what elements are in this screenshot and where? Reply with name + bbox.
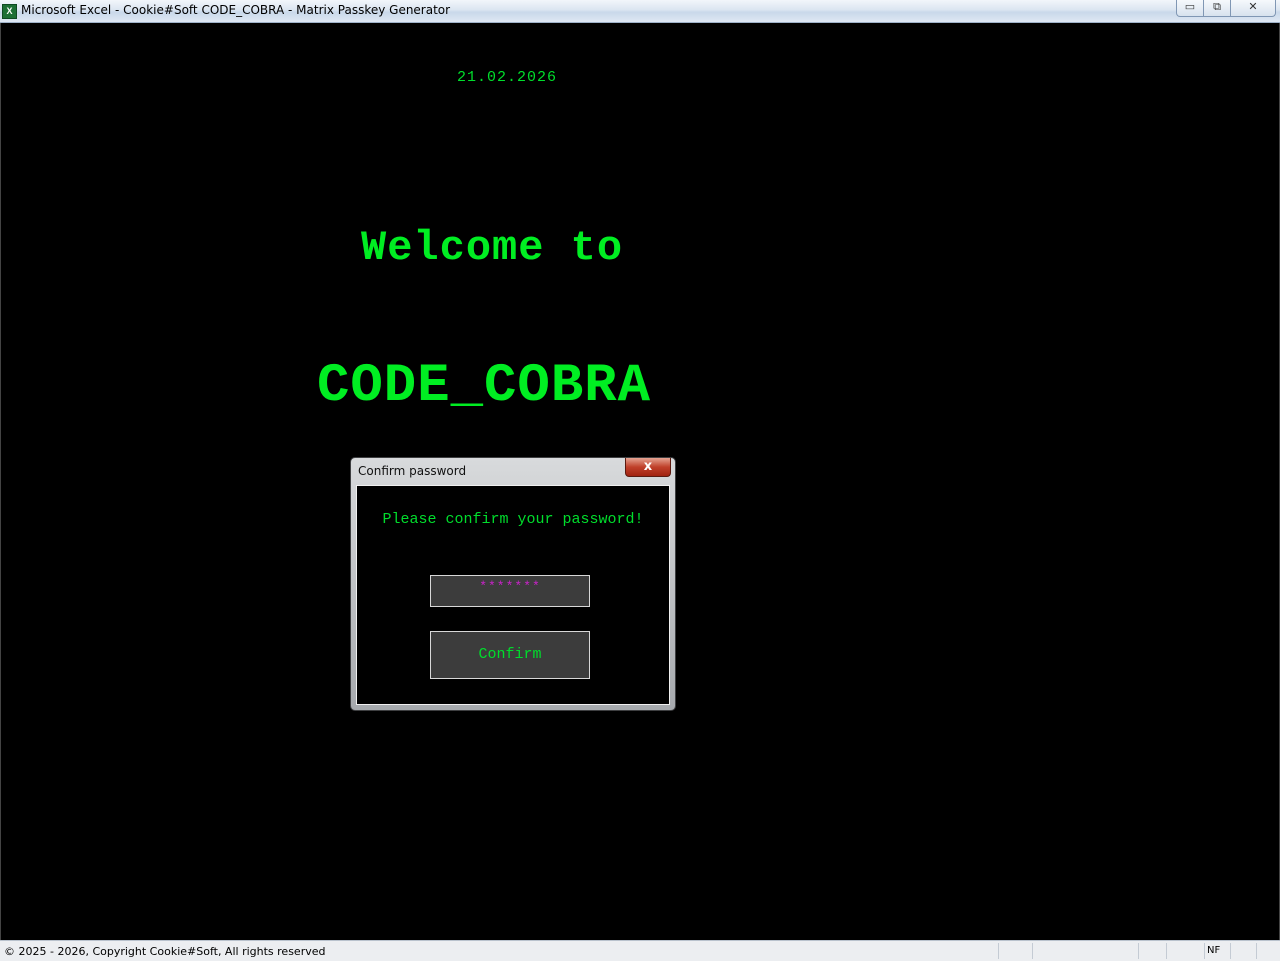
password-confirm-field[interactable]: ******* xyxy=(430,575,590,607)
window-title: Microsoft Excel - Cookie#Soft CODE_COBRA… xyxy=(21,3,451,17)
status-cell-blank-3 xyxy=(1138,943,1166,959)
confirm-prompt: Please confirm your password! xyxy=(382,511,644,528)
excel-app-icon[interactable]: X xyxy=(2,4,17,19)
dialog-title: Confirm password xyxy=(358,464,467,478)
minimize-button[interactable]: ▭ xyxy=(1176,0,1204,17)
brand-title: CODE_COBRA xyxy=(317,356,652,417)
restore-button[interactable]: ⧉ xyxy=(1203,0,1231,17)
dialog-body: Please confirm your password! ******* Co… xyxy=(356,485,670,705)
status-cell-blank-5 xyxy=(1230,943,1256,959)
status-cell-blank-4 xyxy=(1166,943,1204,959)
welcome-heading: Welcome to xyxy=(361,224,624,272)
status-cell-blank-2 xyxy=(1032,943,1138,959)
window-controls: ▭ ⧉ ✕ xyxy=(1176,0,1276,18)
status-cell-blank-1 xyxy=(998,943,1032,959)
confirm-button[interactable]: Confirm xyxy=(430,631,590,679)
close-window-button[interactable]: ✕ xyxy=(1230,0,1276,17)
status-cell-blank-6 xyxy=(1256,943,1280,959)
title-bar[interactable]: X Microsoft Excel - Cookie#Soft CODE_COB… xyxy=(0,0,1280,23)
num-lock-indicator: NF xyxy=(1204,943,1230,959)
confirm-password-dialog: Confirm password x Please confirm your p… xyxy=(350,457,676,711)
current-date: 21.02.2026 xyxy=(457,69,558,86)
dialog-close-button[interactable]: x xyxy=(625,458,671,477)
status-indicators: NF xyxy=(998,943,1280,959)
copyright-text: © 2025 - 2026, Copyright Cookie#Soft, Al… xyxy=(4,945,326,958)
status-bar: © 2025 - 2026, Copyright Cookie#Soft, Al… xyxy=(0,940,1280,961)
